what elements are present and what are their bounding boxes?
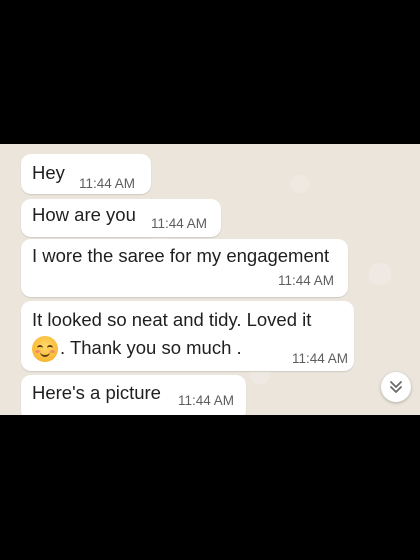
double-chevron-down-icon: [390, 381, 402, 393]
message-bubble[interactable]: How are you 11:44 AM: [21, 199, 221, 237]
message-text-line-2-content: . Thank you so much .: [60, 336, 242, 358]
message-text: I wore the saree for my engagement: [32, 245, 330, 266]
message-text: Hey: [32, 162, 65, 183]
message-timestamp: 11:44 AM: [79, 176, 136, 191]
message-timestamp: 11:44 AM: [278, 273, 335, 288]
message-text: Here's a picture: [32, 382, 161, 403]
message-text: How are you: [32, 204, 136, 225]
message-bubble[interactable]: I wore the saree for my engagement 11:44…: [21, 239, 348, 297]
message-bubble[interactable]: Here's a picture 11:44 AM: [21, 375, 246, 415]
chat-area[interactable]: Hey 11:44 AM How are you 11:44 AM I wore…: [0, 144, 420, 415]
message-text-line-2: . Thank you so much .: [32, 336, 242, 362]
message-timestamp: 11:44 AM: [292, 351, 349, 366]
message-timestamp: 11:44 AM: [151, 216, 208, 231]
message-bubble[interactable]: Hey 11:44 AM: [21, 154, 151, 194]
scroll-to-bottom-button[interactable]: [381, 372, 411, 402]
smiling-face-emoji-icon: [32, 336, 58, 362]
message-text-line-1: It looked so neat and tidy. Loved it: [32, 309, 312, 330]
message-bubble[interactable]: It looked so neat and tidy. Loved it . T…: [21, 301, 354, 371]
screen-frame: Hey 11:44 AM How are you 11:44 AM I wore…: [0, 0, 420, 560]
message-timestamp: 11:44 AM: [178, 393, 235, 408]
